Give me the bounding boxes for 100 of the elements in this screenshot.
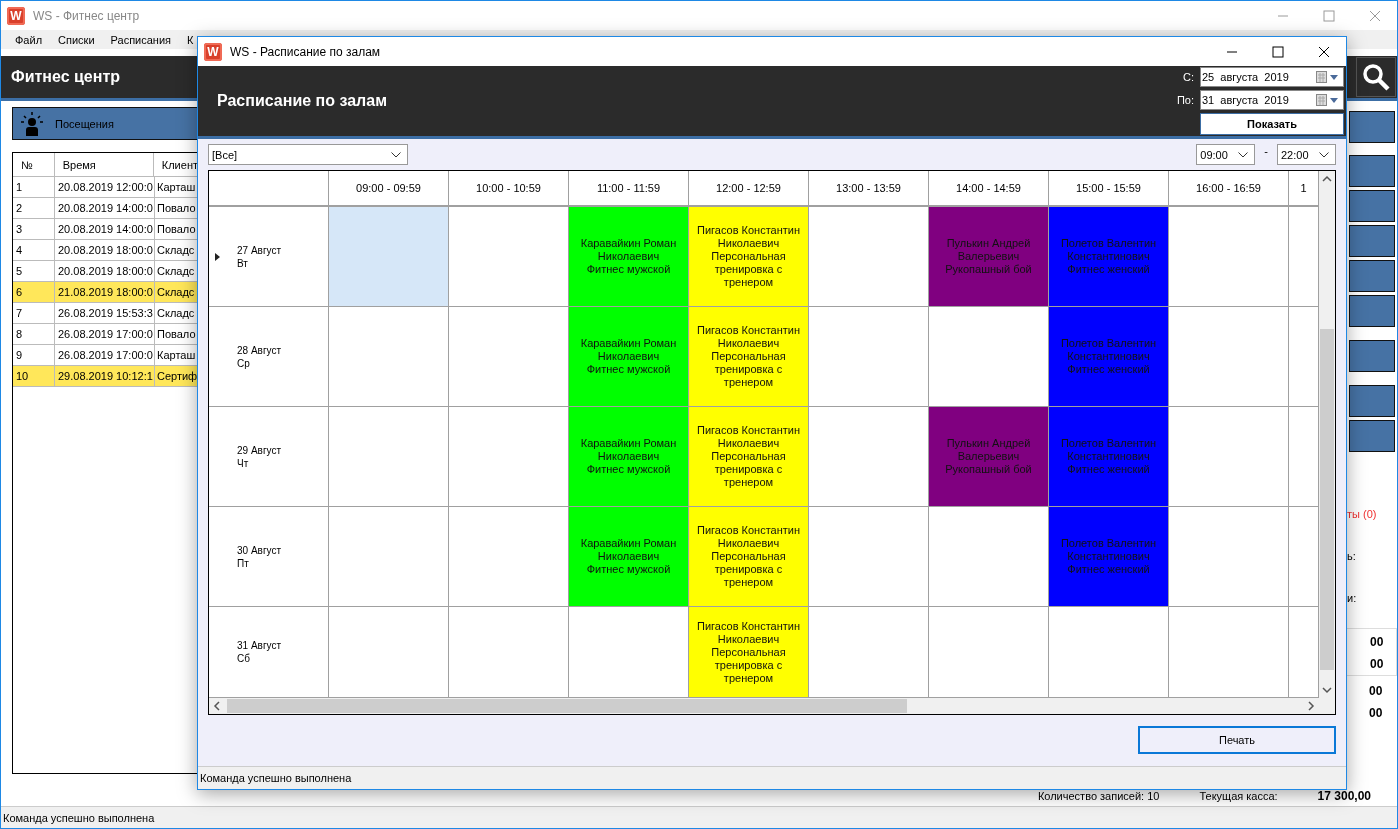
day-label: 28 Август Ср — [237, 343, 281, 370]
menu-item[interactable]: К — [179, 33, 202, 46]
maximize-icon[interactable] — [1272, 45, 1284, 58]
schedule-cell[interactable] — [569, 607, 689, 698]
close-icon[interactable] — [1318, 45, 1330, 58]
schedule-cell[interactable] — [1289, 407, 1319, 507]
schedule-cell[interactable]: Каравайкин Роман Николаевич Фитнес мужской — [569, 507, 689, 607]
schedule-cell[interactable] — [929, 307, 1049, 407]
column-header: Время — [54, 153, 154, 176]
total-value: 00 — [1370, 657, 1385, 671]
side-button[interactable] — [1349, 111, 1395, 143]
column-header: 14:00 - 14:59 — [929, 171, 1049, 205]
table-cell: 6 — [13, 282, 55, 302]
schedule-cell[interactable] — [1289, 507, 1319, 607]
schedule-cell[interactable]: Пигасов Константин Николаевич Персональная тренировка с тренером — [689, 407, 809, 507]
visits-button[interactable]: Посещения — [12, 107, 198, 140]
schedule-cell[interactable]: Пигасов Константин Николаевич Персональная тренировка с тренером — [689, 307, 809, 407]
to-label: По: — [1176, 94, 1194, 106]
schedule-cell[interactable] — [449, 407, 569, 507]
side-button[interactable] — [1349, 225, 1395, 257]
schedule-cell[interactable] — [449, 307, 569, 407]
schedule-cell[interactable] — [329, 407, 449, 507]
schedule-cell[interactable] — [809, 407, 929, 507]
side-button[interactable] — [1349, 155, 1395, 187]
schedule-cell[interactable] — [1169, 607, 1289, 698]
search-icon — [1361, 62, 1391, 92]
day-label: 29 Август Чт — [237, 443, 281, 470]
table-cell: 26.08.2019 17:00:0 — [55, 324, 155, 344]
schedule-cell[interactable]: Каравайкин Роман Николаевич Фитнес мужской — [569, 407, 689, 507]
schedule-cell[interactable] — [1049, 607, 1169, 698]
schedule-cell[interactable] — [329, 207, 449, 307]
window-title: WS - Расписание по залам — [230, 44, 381, 59]
hall-select[interactable]: [Все] — [208, 144, 408, 165]
schedule-cell[interactable] — [449, 607, 569, 698]
schedule-cell[interactable]: Пигасов Константин Николаевич Персональная тренировка с тренером — [689, 507, 809, 607]
column-header: 10:00 - 10:59 — [449, 171, 569, 205]
schedule-cell[interactable]: Пигасов Константин Николаевич Персональная тренировка с тренером — [689, 607, 809, 698]
table-cell-text: Повало — [156, 222, 197, 237]
schedule-cell[interactable] — [329, 307, 449, 407]
side-button[interactable] — [1349, 340, 1395, 372]
schedule-cell[interactable] — [1169, 307, 1289, 407]
side-label: и: — [1347, 592, 1358, 604]
schedule-cell[interactable] — [929, 607, 1049, 698]
schedule-cell[interactable] — [449, 507, 569, 607]
schedule-cell[interactable] — [1289, 307, 1319, 407]
search-button[interactable] — [1356, 57, 1396, 97]
side-button[interactable] — [1349, 385, 1395, 417]
header-title: Фитнес центр — [11, 68, 121, 86]
schedule-cell[interactable] — [1169, 207, 1289, 307]
from-label: С: — [1183, 71, 1194, 83]
table-cell: 26.08.2019 17:00:0 — [55, 345, 155, 365]
table-cell-text: Складс — [156, 243, 196, 258]
schedule-cell[interactable]: Пигасов Константин Николаевич Персональная тренировка с тренером — [689, 207, 809, 307]
schedule-cell[interactable] — [929, 507, 1049, 607]
schedule-cell[interactable] — [1169, 507, 1289, 607]
vertical-scrollbar[interactable] — [1319, 171, 1335, 698]
table-cell-text: Складс — [156, 264, 196, 279]
horizontal-scrollbar[interactable] — [209, 698, 1335, 714]
class-info: Полетов Валентин Константинович Фитнес женский — [1060, 437, 1157, 476]
menu-item[interactable]: Файл — [7, 33, 51, 46]
schedule-cell[interactable] — [1289, 207, 1319, 307]
class-info: Полетов Валентин Константинович Фитнес женский — [1060, 537, 1157, 576]
side-button[interactable] — [1349, 420, 1395, 452]
table-cell: 8 — [13, 324, 55, 344]
class-info: Пулькин Андрей Валерьевич Рукопашный бой — [945, 437, 1032, 476]
table-cell-text: Повало — [156, 201, 197, 216]
class-info: Пигасов Константин Николаевич Персональная тренировка с тренером — [696, 619, 800, 685]
schedule-cell[interactable] — [809, 607, 929, 698]
class-info: Полетов Валентин Константинович Фитнес женский — [1060, 237, 1157, 276]
schedule-cell[interactable] — [329, 607, 449, 698]
cash-label: Текущая касса: — [1199, 790, 1278, 802]
schedule-cell[interactable] — [1289, 607, 1319, 698]
schedule-cell[interactable] — [329, 507, 449, 607]
menu-item[interactable]: Списки — [50, 33, 103, 46]
table-cell: 20.08.2019 14:00:0 — [55, 198, 155, 218]
menu-item[interactable]: Расписания — [102, 33, 180, 46]
schedule-cell[interactable] — [809, 207, 929, 307]
side-button[interactable] — [1349, 260, 1395, 292]
table-cell: 26.08.2019 15:53:3 — [55, 303, 155, 323]
column-header: 15:00 - 15:59 — [1049, 171, 1169, 205]
schedule-cell[interactable] — [809, 507, 929, 607]
side-label: ты (0) — [1347, 508, 1378, 520]
print-button[interactable]: Печать — [1138, 726, 1336, 754]
schedule-cell[interactable] — [1169, 407, 1289, 507]
table-row[interactable]: 6 21.08.2019 18:00:0 Складс — [13, 282, 198, 303]
show-button[interactable]: Показать — [1200, 113, 1344, 135]
schedule-cell[interactable] — [449, 207, 569, 307]
table-cell: 21.08.2019 18:00:0 — [55, 282, 155, 302]
table-row[interactable]: 10 29.08.2019 10:12:1 Сертиф — [13, 366, 198, 387]
schedule-cell[interactable]: Каравайкин Роман Николаевич Фитнес мужской — [569, 307, 689, 407]
date-field[interactable]: 31 августа 2019 — [1200, 90, 1344, 110]
calendar-dropdown-icon — [1316, 71, 1340, 83]
side-button[interactable] — [1349, 295, 1395, 327]
date-field[interactable]: 25 августа 2019 — [1200, 67, 1344, 87]
side-button[interactable] — [1349, 190, 1395, 222]
table-cell-text: Складс — [156, 306, 196, 321]
time-select[interactable]: 22:00 — [1277, 144, 1336, 165]
time-select[interactable]: 09:00 — [1196, 144, 1256, 165]
schedule-cell[interactable]: Каравайкин Роман Николаевич Фитнес мужской — [569, 207, 689, 307]
schedule-cell[interactable] — [809, 307, 929, 407]
